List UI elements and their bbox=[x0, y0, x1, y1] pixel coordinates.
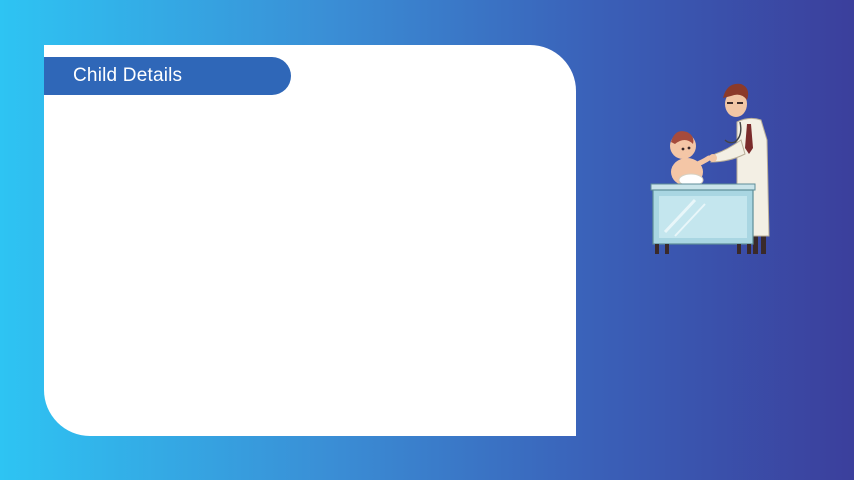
section-title: Child Details bbox=[44, 57, 291, 95]
content-card bbox=[44, 45, 576, 436]
doctor-examining-baby-icon bbox=[650, 83, 770, 254]
section-title-label: Child Details bbox=[73, 65, 183, 86]
